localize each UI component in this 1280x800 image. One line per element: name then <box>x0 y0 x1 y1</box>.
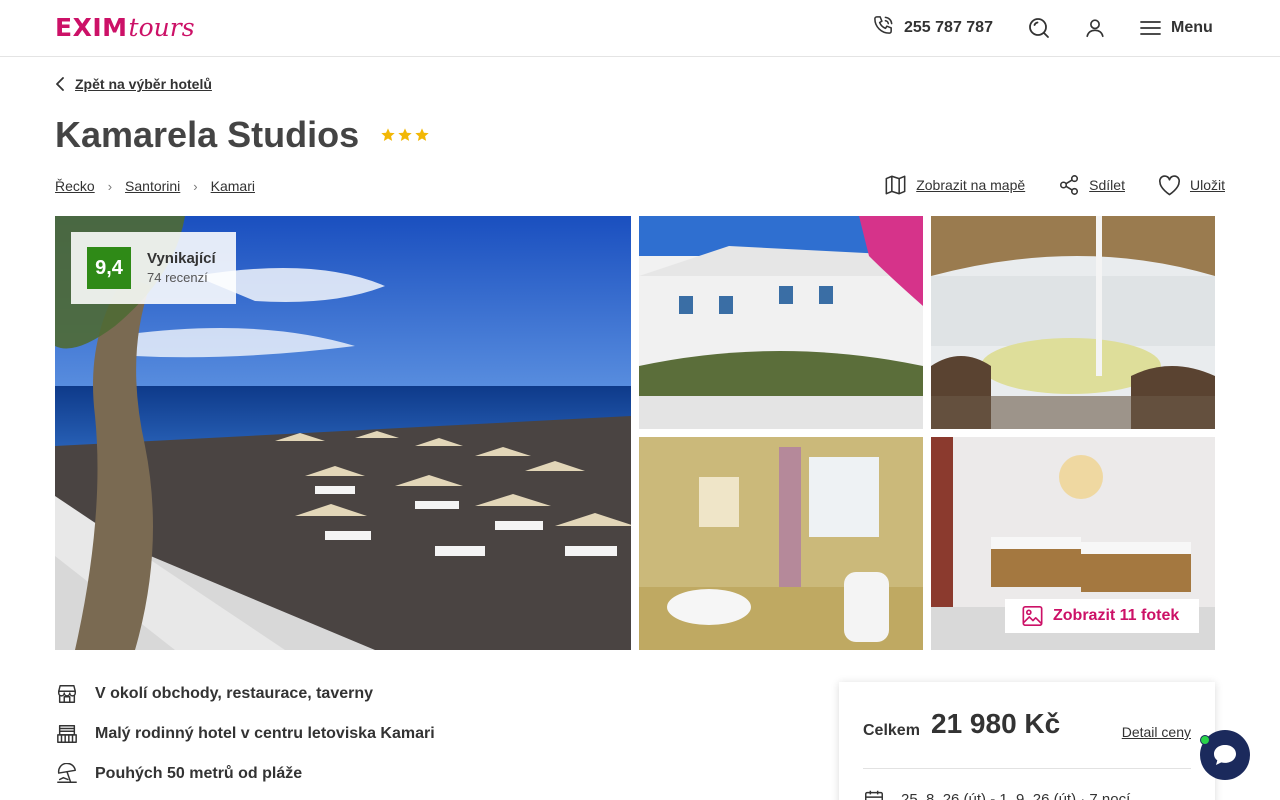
feature-item: V okolí obchody, restaurace, taverny <box>55 681 435 707</box>
hamburger-icon <box>1140 21 1161 35</box>
feature-text: Malý rodinný hotel v centru letoviska Ka… <box>95 725 435 742</box>
price-box: Celkem 21 980 Kč Detail ceny 25. 8. 26 (… <box>839 682 1215 800</box>
save-label: Uložit <box>1189 177 1225 193</box>
photo-bathroom[interactable] <box>639 437 923 650</box>
price-detail-link[interactable]: Detail ceny <box>1122 724 1191 740</box>
logo-exim-text: EXIM <box>55 13 128 42</box>
account-button[interactable] <box>1082 15 1108 41</box>
star-icon <box>415 128 429 141</box>
price-label: Celkem <box>863 722 920 739</box>
feature-item: Pouhých 50 metrů od pláže <box>55 761 435 787</box>
site-header: EXIM tours 255 787 787 Menu <box>0 0 1280 57</box>
phone-link[interactable]: 255 787 787 <box>872 15 993 41</box>
price-divider <box>863 768 1191 769</box>
search-icon <box>1029 18 1049 38</box>
feature-text: Pouhých 50 metrů od pláže <box>95 765 303 782</box>
breadcrumb-region[interactable]: Santorini <box>125 178 180 194</box>
star-rating <box>380 127 430 143</box>
trip-dates[interactable]: 25. 8. 26 (út) - 1. 9. 26 (út) · 7 nocí <box>863 788 1130 800</box>
rating-text: Vynikající 74 recenzí <box>147 249 216 287</box>
image-icon <box>1022 606 1043 626</box>
menu-label: Menu <box>1171 19 1213 36</box>
review-count: 74 recenzí <box>147 270 208 285</box>
rating-badge[interactable]: 9,4 Vynikající 74 recenzí <box>71 232 236 304</box>
bathroom-image <box>639 437 923 650</box>
chevron-right-icon: › <box>107 178 113 194</box>
photo-terrace[interactable] <box>931 216 1215 429</box>
hotel-icon <box>55 722 79 746</box>
breadcrumb-country[interactable]: Řecko <box>55 178 95 194</box>
online-status-dot <box>1200 735 1210 745</box>
feature-text: V okolí obchody, restaurace, taverny <box>95 685 374 702</box>
rating-word: Vynikající <box>147 250 216 267</box>
back-link-label: Zpět na výběr hotelů <box>75 76 212 92</box>
shop-icon <box>55 682 79 706</box>
menu-button[interactable]: Menu <box>1140 15 1213 41</box>
star-icon <box>381 128 395 141</box>
chat-button[interactable] <box>1200 730 1250 780</box>
star-icon <box>398 128 412 141</box>
show-photos-label: Zobrazit 11 fotek <box>1053 607 1180 624</box>
breadcrumb-resort[interactable]: Kamari <box>211 178 255 194</box>
search-button[interactable] <box>1026 15 1052 41</box>
phone-number: 255 787 787 <box>904 19 993 36</box>
feature-item: Malý rodinný hotel v centru letoviska Ka… <box>55 721 435 747</box>
price-value: 21 980 Kč <box>931 708 1061 739</box>
trip-dates-text: 25. 8. 26 (út) - 1. 9. 26 (út) · 7 nocí <box>901 790 1131 800</box>
show-on-map-button[interactable]: Zobrazit na mapě <box>884 174 1025 196</box>
share-label: Sdílet <box>1089 177 1125 193</box>
hotel-actions: Zobrazit na mapě Sdílet Uložit <box>851 174 1225 196</box>
heart-icon <box>1159 174 1180 195</box>
phone-icon <box>872 14 895 42</box>
chevron-left-icon <box>56 77 64 91</box>
share-button[interactable]: Sdílet <box>1058 174 1125 196</box>
save-button[interactable]: Uložit <box>1158 174 1225 196</box>
hotel-features: V okolí obchody, restaurace, taverny Mal… <box>55 681 435 800</box>
beach-umbrella-icon <box>55 762 79 786</box>
calendar-icon <box>865 790 883 800</box>
hotel-name: Kamarela Studios <box>55 114 360 155</box>
breadcrumb: Řecko › Santorini › Kamari <box>55 178 255 194</box>
rating-score: 9,4 <box>87 247 131 289</box>
terrace-image <box>931 216 1215 429</box>
chat-bubble-icon <box>1214 745 1236 765</box>
hotel-exterior-image <box>639 216 923 429</box>
show-all-photos-button[interactable]: Zobrazit 11 fotek <box>1005 599 1199 633</box>
map-icon <box>885 175 906 195</box>
user-icon <box>1086 19 1104 38</box>
chevron-right-icon: › <box>193 178 198 194</box>
share-icon <box>1060 175 1079 195</box>
exim-tours-logo[interactable]: EXIM tours <box>55 14 195 42</box>
show-on-map-label: Zobrazit na mapě <box>916 177 1026 193</box>
logo-tours-text: tours <box>128 13 195 42</box>
back-to-hotels-link[interactable]: Zpět na výběr hotelů <box>55 76 212 92</box>
photo-hotel-exterior[interactable] <box>639 216 923 429</box>
